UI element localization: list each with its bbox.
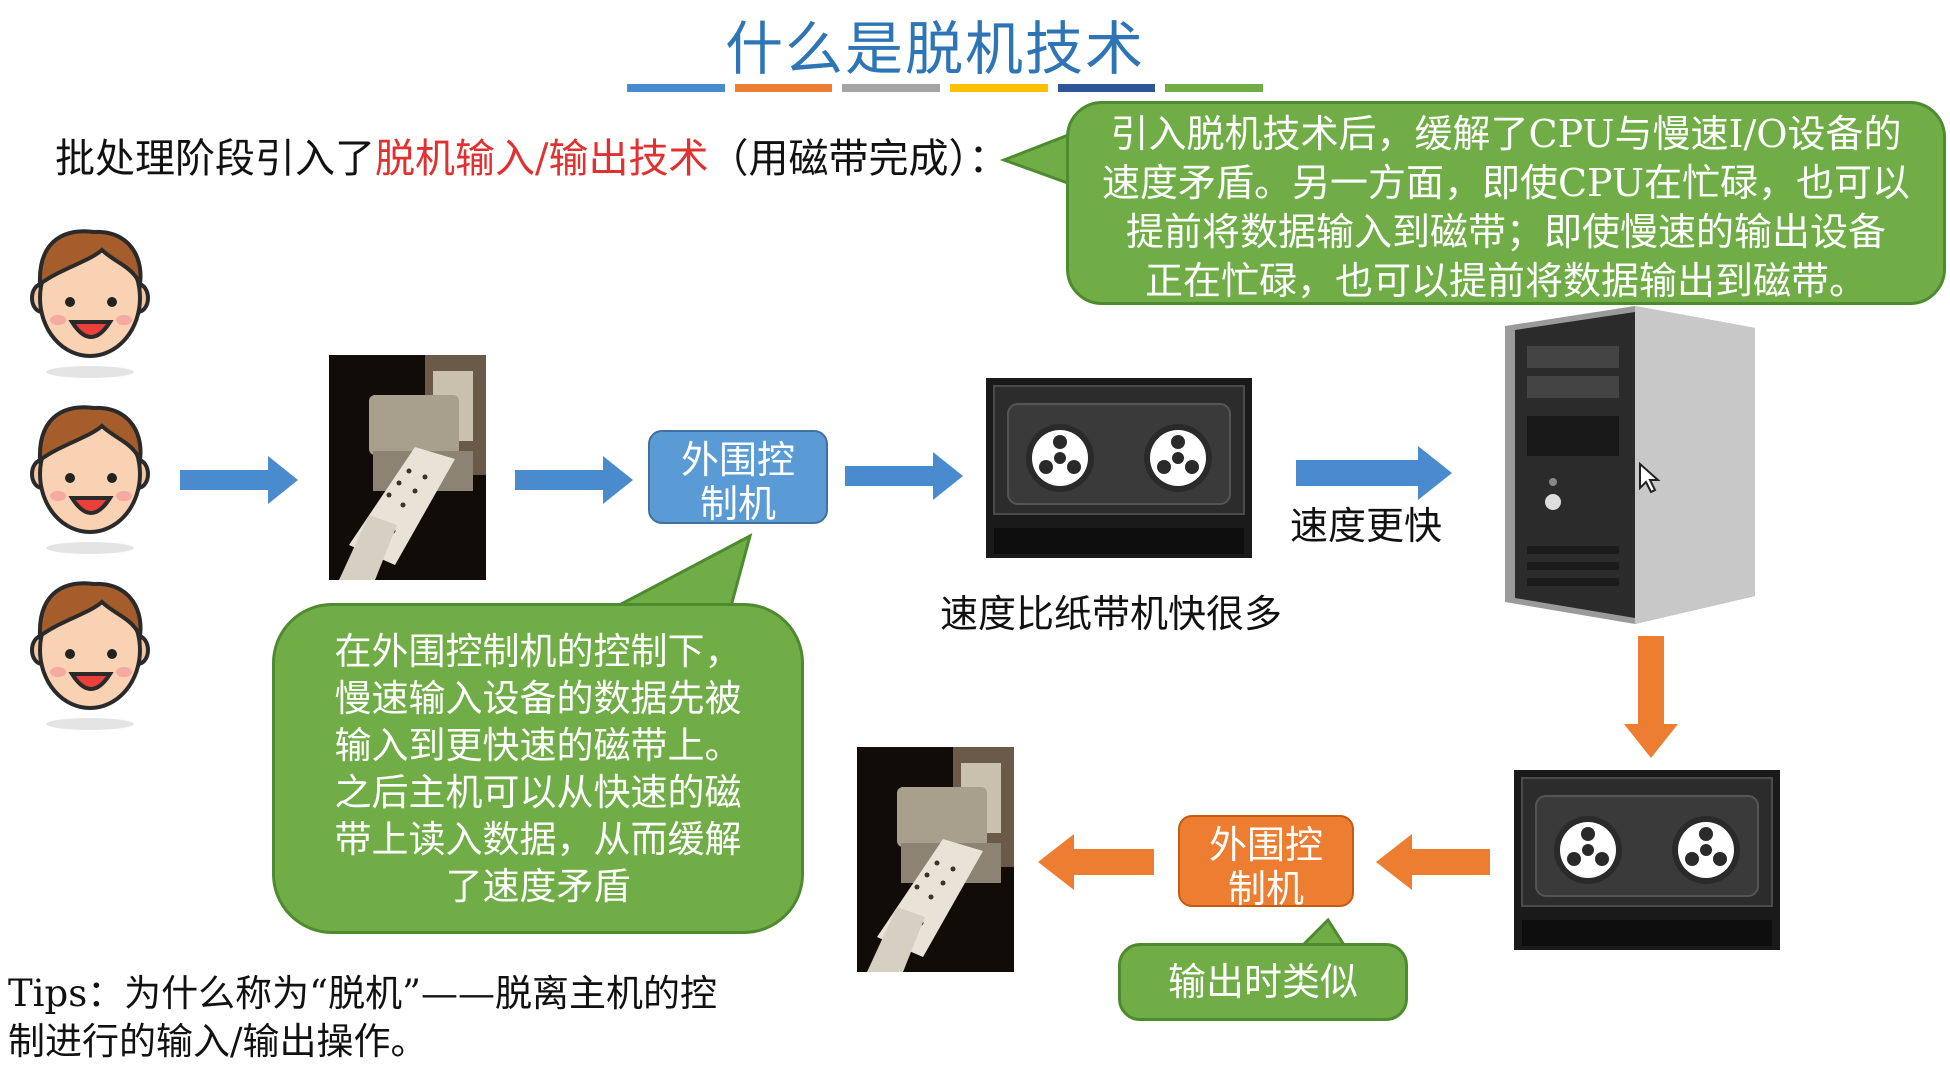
bubble-mid-line: 带上读入数据，从而缓解 (334, 818, 742, 861)
bubble-top-line: 引入脱机技术后，缓解了CPU与慢速I/O设备的 (1110, 112, 1902, 156)
paper-tape-machine-icon (329, 355, 486, 580)
mouse-cursor-icon (1639, 461, 1661, 494)
user-face-icon (30, 229, 150, 378)
tips-text: Tips：为什么称为“脱机”——脱离主机的控 制进行的输入/输出操作。 (8, 970, 717, 1066)
title-bar-3 (842, 84, 941, 92)
arrow-right-icon (845, 452, 963, 500)
arrow-down-icon (1624, 636, 1678, 758)
intro-text: 批处理阶段引入了脱机输入/输出技术（用磁带完成）： (55, 126, 1008, 184)
user-face-icon (30, 405, 150, 554)
bubble-mid-line: 输入到更快速的磁带上。 (334, 724, 742, 767)
intro-suffix: （用磁带完成）： (708, 136, 1009, 182)
title-bar-5 (1057, 84, 1156, 92)
faster-label: 速度更快 (1290, 504, 1443, 548)
slide: 什么是脱机技术 批处理阶段引入了脱机输入/输出技术（用磁带完成）： 引入脱机技术… (0, 0, 1950, 1063)
bubble-top: 引入脱机技术后，缓解了CPU与慢速I/O设备的 速度矛盾。另一方面，即使CPU在… (1066, 101, 1946, 305)
tips-line: Tips：为什么称为“脱机”——脱离主机的控 (8, 972, 718, 1015)
title-bar-2 (734, 84, 833, 92)
tape-drive-icon (1514, 770, 1780, 950)
user-face-icon (30, 581, 150, 730)
title-bar-1 (627, 84, 725, 92)
arrow-right-icon (180, 456, 298, 504)
arrow-left-icon (1376, 834, 1490, 890)
paper-tape-machine-icon (857, 747, 1014, 972)
controller-label-line: 外围控 (680, 438, 795, 482)
bubble-output: 输出时类似 (1118, 943, 1408, 1021)
bubble-mid-line: 了速度矛盾 (445, 865, 631, 908)
bubble-top-line: 提前将数据输入到磁带；即使慢速的输出设备 (1125, 210, 1886, 254)
intro-prefix: 批处理阶段引入了 (55, 136, 375, 182)
bubble-mid-line: 之后主机可以从快速的磁 (334, 771, 742, 814)
title-bar-4 (950, 84, 1048, 92)
slide-title: 什么是脱机技术 (724, 15, 1145, 83)
tape-reel-left (1026, 424, 1094, 492)
controller-label-line: 外围控 (1208, 823, 1323, 867)
tape-reel-right (1144, 424, 1212, 492)
controller-label-line: 制机 (699, 482, 776, 526)
title-color-bars (627, 84, 1264, 94)
arrow-left-icon (1038, 834, 1154, 890)
arrow-right-icon (515, 456, 633, 504)
tape-reel-right (1672, 816, 1740, 884)
bubble-top-line: 正在忙碌，也可以提前将数据输出到磁带。 (1144, 259, 1867, 303)
peripheral-controller-bottom: 外围控 制机 (1178, 815, 1354, 911)
bubble-mid-line: 慢速输入设备的数据先被 (334, 677, 742, 720)
tips-line: 制进行的输入/输出操作。 (8, 1020, 428, 1063)
title-bar-6 (1165, 84, 1264, 92)
tape-speed-label: 速度比纸带机快很多 (940, 592, 1283, 636)
bubble-mid: 在外围控制机的控制下， 慢速输入设备的数据先被 输入到更快速的磁带上。 之后主机… (272, 603, 804, 934)
bubble-top-line: 速度矛盾。另一方面，即使CPU在忙碌，也可以 (1101, 161, 1910, 205)
controller-label-line: 制机 (1227, 867, 1304, 911)
arrow-right-icon (1296, 446, 1452, 500)
peripheral-controller-top: 外围控 制机 (648, 430, 828, 526)
intro-highlight: 脱机输入/输出技术 (375, 136, 709, 182)
computer-tower-icon (1505, 306, 1755, 624)
tape-drive-icon (986, 378, 1252, 558)
tape-reel-left (1554, 816, 1622, 884)
bubble-mid-line: 在外围控制机的控制下， (334, 630, 742, 673)
